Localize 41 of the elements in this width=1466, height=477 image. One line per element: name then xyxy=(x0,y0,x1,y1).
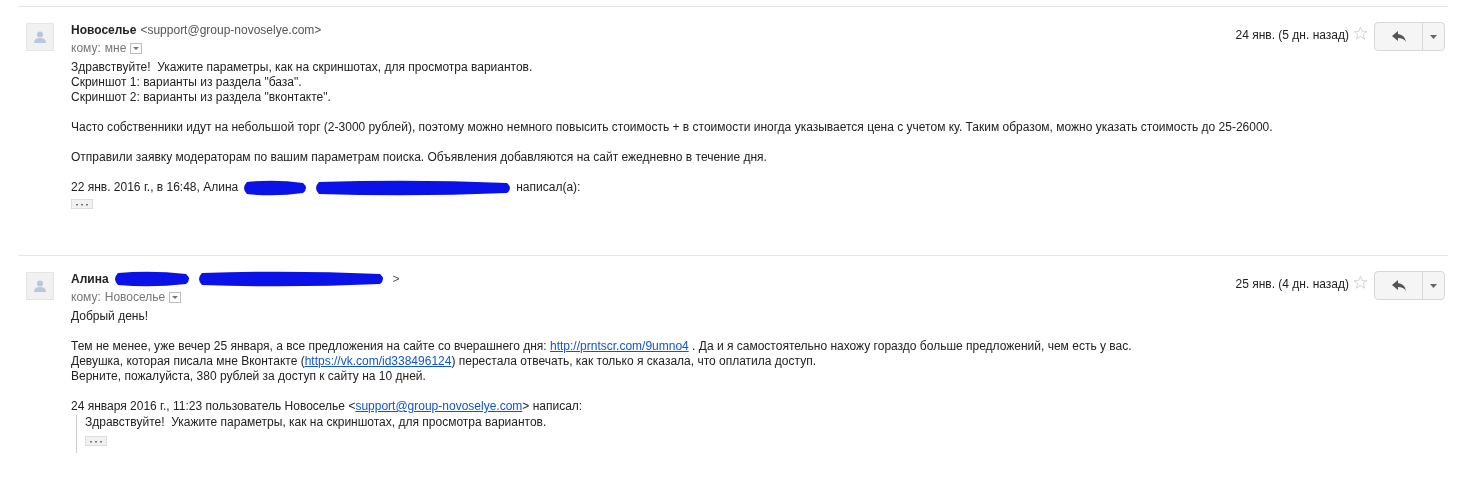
caret-icon xyxy=(1430,34,1437,39)
caret-icon xyxy=(172,296,179,299)
details-dropdown[interactable] xyxy=(169,292,182,303)
show-trimmed-button[interactable] xyxy=(71,199,93,209)
details-dropdown[interactable] xyxy=(130,43,143,54)
sender-name: Алина xyxy=(71,271,109,287)
star-icon[interactable] xyxy=(1353,275,1368,290)
caret-icon xyxy=(1430,283,1437,288)
message-line: Часто собственники идут на небольшой торг (2-3000 рублей), поэтому можно немного повысить стоимость + в стоимости иногда указывается цена с учетом ку. Таким образом, можно указать стоимость до 25-26000. xyxy=(71,120,1274,135)
message-date: 25 янв. (4 дн. назад) xyxy=(1235,276,1349,293)
quote-attribution: 24 января 2016 г., 11:23 пользователь Новоселье <support@group-novoselye.com> написал: xyxy=(71,399,584,414)
person-icon xyxy=(34,31,46,43)
to-label: кому: xyxy=(71,290,101,305)
to-label: кому: xyxy=(71,41,101,56)
message-line: Добрый день! xyxy=(71,309,150,324)
quote-attribution: 22 янв. 2016 г., в 16:48, Алина написал(а): xyxy=(71,180,1448,195)
message-line: Скриншот 1: варианты из раздела "база". xyxy=(71,75,303,90)
show-trimmed-button[interactable] xyxy=(85,436,107,446)
message-line: Здравствуйте! Укажите параметры, как на скриншотах, для просмотра вариантов. xyxy=(71,60,534,75)
person-icon xyxy=(34,280,46,292)
ellipsis-icon xyxy=(90,439,102,443)
sender-email: > xyxy=(392,271,400,287)
star-icon[interactable] xyxy=(1353,26,1368,41)
reply-icon xyxy=(1391,280,1406,291)
recipient: мне xyxy=(104,41,127,56)
message-line: Девушка, которая писала мне Вконтакте (https://vk.com/id338496124) перестала отвечать, как только я сказала, что оплатила доступ. xyxy=(71,354,817,369)
sender-email: <support@group-novoselye.com> xyxy=(140,22,322,38)
link[interactable]: http://prntscr.com/9umno4 xyxy=(550,339,689,353)
email-link[interactable]: support@group-novoselye.com xyxy=(355,399,523,414)
sender-name: Новоселье xyxy=(71,22,137,38)
message-line: Скриншот 2: варианты из раздела "вконтакте". xyxy=(71,90,332,105)
message-line: Верните, пожалуйста, 380 рублей за доступ к сайту на 10 дней. xyxy=(71,369,427,384)
message-line: Отправили заявку модераторам по вашим параметрам поиска. Объявления добавляются на сайт ежедневно в течение дня. xyxy=(71,150,768,165)
quoted-line: Здравствуйте! Укажите параметры, как на скриншотах, для просмотра вариантов. xyxy=(85,415,548,430)
ellipsis-icon xyxy=(76,202,88,206)
reply-icon xyxy=(1391,31,1406,42)
message-date: 24 янв. (5 дн. назад) xyxy=(1235,27,1349,44)
link[interactable]: https://vk.com/id338496124 xyxy=(304,354,452,368)
caret-icon xyxy=(133,47,140,50)
recipient: Новоселье xyxy=(104,290,166,305)
message-line: Тем не менее, уже вечер 25 января, а все предложения на сайте со вчерашнего дня: http://prntscr.com/9umno4 . Да и я самостоятельно нахожу гораздо больше предложений, чем есть у вас. xyxy=(71,339,1133,354)
